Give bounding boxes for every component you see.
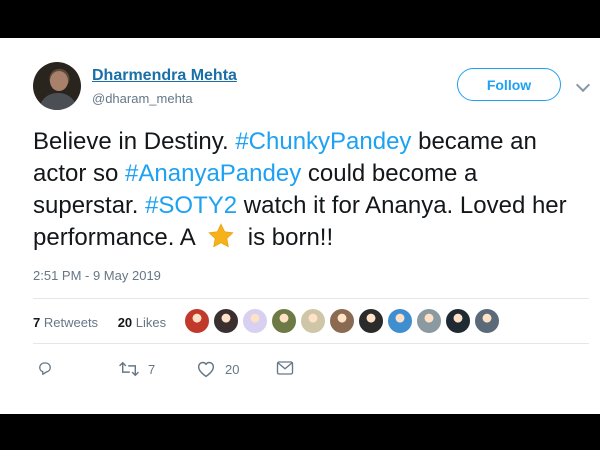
tweet-timestamp[interactable]: 2:51 PM - 9 May 2019 [33, 268, 161, 283]
tweet-text-part: is born!! [241, 224, 334, 251]
direct-message-button[interactable] [276, 360, 294, 376]
star-emoji-icon [208, 223, 234, 248]
liker-avatar[interactable] [271, 308, 297, 334]
tweet-card: Dharmendra Mehta @dharam_mehta Follow Be… [0, 38, 600, 414]
retweet-icon [119, 361, 139, 377]
hashtag-link[interactable]: #SOTY2 [145, 192, 237, 219]
retweets-count: 7 [33, 315, 41, 330]
likes-stat[interactable]: 20 Likes [118, 315, 171, 330]
divider [33, 298, 589, 299]
tweet-text: Believe in Destiny. #ChunkyPandey became… [33, 126, 589, 254]
likes-label: Likes [135, 315, 167, 330]
liker-avatar[interactable] [300, 308, 326, 334]
hashtag-link[interactable]: #ChunkyPandey [235, 128, 411, 155]
divider [33, 343, 589, 344]
liker-avatar[interactable] [416, 308, 442, 334]
liker-avatar[interactable] [474, 308, 500, 334]
liker-avatar[interactable] [445, 308, 471, 334]
heart-icon [197, 361, 215, 378]
retweets-stat[interactable]: 7 Retweets [33, 315, 103, 330]
like-count: 20 [225, 361, 240, 377]
liker-avatar[interactable] [329, 308, 355, 334]
follow-button[interactable]: Follow [457, 68, 561, 101]
chevron-down-icon[interactable] [575, 77, 591, 93]
likes-count: 20 [117, 315, 133, 330]
tweet-text-part: Believe in Destiny. [33, 128, 236, 155]
like-button[interactable]: 20 [196, 360, 239, 378]
avatar-shirt [39, 93, 77, 110]
reply-button[interactable] [36, 360, 54, 378]
retweet-count: 7 [148, 361, 156, 377]
envelope-icon [276, 361, 294, 375]
liker-avatar[interactable] [184, 308, 210, 334]
liker-avatar[interactable] [387, 308, 413, 334]
liker-avatar[interactable] [213, 308, 239, 334]
reply-icon [39, 362, 51, 375]
user-name[interactable]: Dharmendra Mehta [92, 67, 237, 85]
liker-avatar[interactable] [358, 308, 384, 334]
tweet-stats: 7 Retweets 20 Likes [33, 315, 176, 330]
user-handle[interactable]: @dharam_mehta [92, 91, 193, 106]
avatar[interactable] [33, 62, 81, 110]
retweets-label: Retweets [43, 315, 99, 330]
avatar-face [50, 71, 68, 91]
liker-avatar[interactable] [242, 308, 268, 334]
hashtag-link[interactable]: #AnanyaPandey [125, 160, 301, 187]
retweet-button[interactable]: 7 [118, 360, 155, 378]
